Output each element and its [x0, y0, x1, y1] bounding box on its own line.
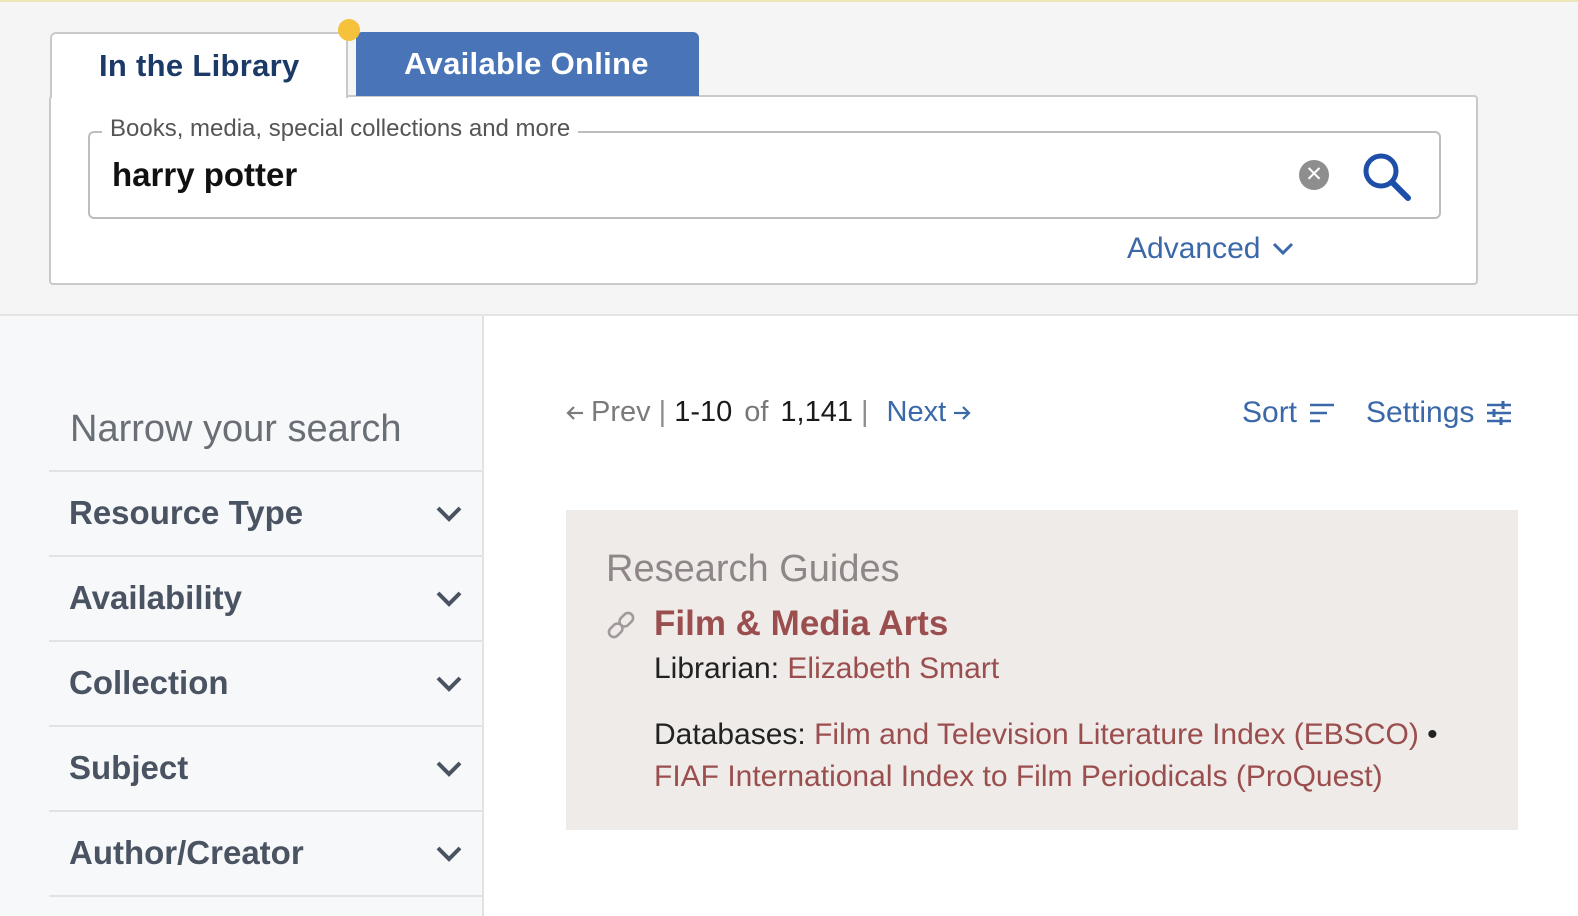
tab-available-online[interactable]: Available Online — [356, 32, 699, 96]
search-input[interactable] — [110, 151, 1264, 199]
chevron-down-icon — [436, 506, 462, 522]
search-button[interactable] — [1360, 150, 1412, 202]
prev-page-button[interactable]: Prev — [565, 396, 651, 429]
bullet-separator: • — [1427, 718, 1438, 751]
facet-label: Collection — [69, 664, 229, 701]
facet-resource-type[interactable]: Resource Type — [49, 470, 484, 555]
search-field-legend: Books, media, special collections and mo… — [102, 115, 579, 143]
facet-label: Subject — [69, 749, 189, 786]
research-guides-card: Research Guides Film & Media Arts Librar… — [566, 510, 1518, 830]
librarian-link[interactable]: Elizabeth Smart — [787, 652, 999, 685]
research-guides-heading: Research Guides — [606, 548, 900, 590]
sort-button[interactable]: Sort — [1242, 396, 1335, 430]
pagination: Prev | 1-10 of 1,141 | Next — [565, 396, 972, 429]
sort-label: Sort — [1242, 396, 1298, 429]
facet-label: Availability — [69, 579, 243, 616]
result-total: 1,141 — [780, 396, 853, 428]
facet-collection[interactable]: Collection — [49, 640, 484, 725]
pager-separator: | — [861, 396, 869, 428]
settings-button[interactable]: Settings — [1366, 396, 1512, 430]
facet-divider — [49, 895, 484, 897]
narrow-search-heading: Narrow your search — [70, 408, 402, 450]
clear-search-button[interactable]: ✕ — [1299, 160, 1329, 190]
chevron-down-icon — [1273, 242, 1294, 256]
librarian-label: Librarian: — [654, 652, 780, 685]
pager-separator: | — [658, 396, 667, 428]
chevron-down-icon — [436, 676, 462, 692]
sort-icon — [1310, 403, 1335, 423]
settings-label: Settings — [1366, 396, 1475, 429]
arrow-right-icon — [954, 405, 971, 420]
chevron-down-icon — [436, 846, 462, 862]
facet-label: Resource Type — [69, 494, 304, 531]
search-icon — [1363, 153, 1411, 201]
chevron-down-icon — [436, 591, 462, 607]
databases-label: Databases: — [654, 718, 806, 751]
facet-subject[interactable]: Subject — [49, 725, 484, 810]
facet-author-creator[interactable]: Author/Creator — [49, 810, 484, 895]
facet-label: Author/Creator — [69, 834, 304, 871]
database-link[interactable]: Film and Television Literature Index (EB… — [814, 718, 1419, 751]
advanced-search-toggle[interactable]: Advanced — [1127, 232, 1294, 266]
notification-dot — [338, 19, 360, 41]
result-of: of — [744, 396, 769, 428]
facet-availability[interactable]: Availability — [49, 555, 484, 640]
databases-line: Databases: Film and Television Literatur… — [654, 714, 1454, 798]
librarian-line: Librarian: Elizabeth Smart — [654, 652, 999, 686]
arrow-left-icon — [566, 405, 583, 420]
sliders-icon — [1487, 401, 1512, 425]
close-icon: ✕ — [1305, 163, 1323, 186]
link-icon — [607, 611, 635, 639]
advanced-label: Advanced — [1127, 232, 1261, 265]
tab-in-the-library[interactable]: In the Library — [50, 32, 348, 98]
database-link[interactable]: FIAF International Index to Film Periodi… — [654, 760, 1383, 793]
next-page-button[interactable]: Next — [887, 396, 973, 429]
guide-title-link[interactable]: Film & Media Arts — [654, 604, 948, 644]
tab-label: Available Online — [404, 46, 649, 81]
prev-label: Prev — [591, 396, 651, 428]
tab-label: In the Library — [99, 48, 300, 83]
search-panel: Books, media, special collections and mo… — [49, 95, 1478, 285]
result-range: 1-10 — [674, 396, 733, 428]
next-label: Next — [886, 396, 947, 428]
chevron-down-icon — [436, 761, 462, 777]
search-field: Books, media, special collections and mo… — [88, 115, 1441, 219]
facet-sidebar: Narrow your search Resource Type Availab… — [0, 316, 484, 916]
